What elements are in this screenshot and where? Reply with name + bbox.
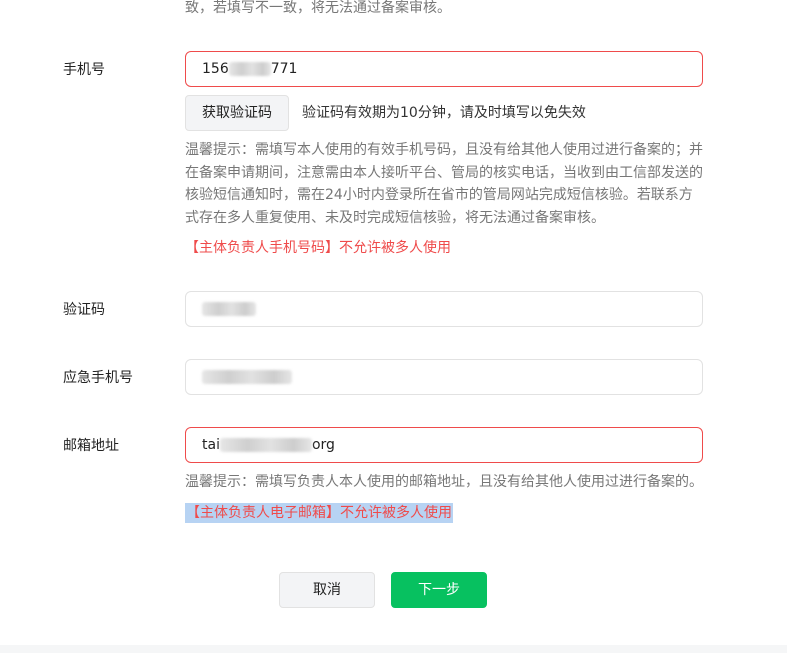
phone-hint-line: 在备案申请期间，注意需由本人接听平台、管局的核实电话，当收到由工信部发送的: [185, 164, 703, 181]
phone-hint-line: 核验短信通知时，需在24小时内登录所在省市的管局网站完成短信核验。若联系方: [185, 187, 693, 203]
emergency-phone-redacted-mask: [202, 370, 292, 384]
email-hint: 温馨提示：需填写负责人本人使用的邮箱地址，且没有给其他人使用过进行备案的。: [185, 474, 703, 490]
top-note: 致，若填写不一致，将无法通过备案审核。: [185, 0, 451, 16]
verify-code-redacted-mask: [202, 302, 256, 316]
phone-hint: 温馨提示：需填写本人使用的有效手机号码，且没有给其他人使用过进行备案的；并 在备…: [185, 139, 705, 229]
phone-redacted-mask: [228, 62, 271, 76]
email-warning: 【主体负责人电子邮箱】不允许被多人使用: [185, 503, 453, 523]
code-validity-text: 验证码有效期为10分钟，请及时填写以免失效: [302, 105, 586, 121]
phone-value-prefix: 156: [202, 61, 229, 77]
next-step-button[interactable]: 下一步: [391, 572, 487, 608]
emergency-phone-label: 应急手机号: [63, 370, 133, 386]
email-value-prefix: tai: [202, 437, 220, 453]
email-value-suffix: org: [311, 437, 335, 453]
email-label: 邮箱地址: [63, 438, 119, 454]
phone-input[interactable]: 156 771: [185, 51, 703, 87]
emergency-phone-input[interactable]: [185, 359, 703, 395]
verify-code-input[interactable]: [185, 291, 703, 327]
phone-label: 手机号: [63, 62, 105, 78]
phone-hint-line: 温馨提示：需填写本人使用的有效手机号码，且没有给其他人使用过进行备案的；并: [185, 142, 703, 158]
email-redacted-mask: [219, 438, 312, 452]
verify-code-label: 验证码: [63, 302, 105, 318]
phone-hint-line: 式存在多人重复使用、未及时完成短信核验，将无法通过备案审核。: [185, 209, 605, 226]
cancel-button[interactable]: 取消: [279, 572, 375, 608]
email-input[interactable]: tai org: [185, 427, 703, 463]
phone-value-suffix: 771: [270, 61, 298, 77]
footer-strip: [0, 645, 787, 653]
phone-warning: 【主体负责人手机号码】不允许被多人使用: [185, 240, 451, 256]
get-code-button[interactable]: 获取验证码: [185, 95, 289, 131]
